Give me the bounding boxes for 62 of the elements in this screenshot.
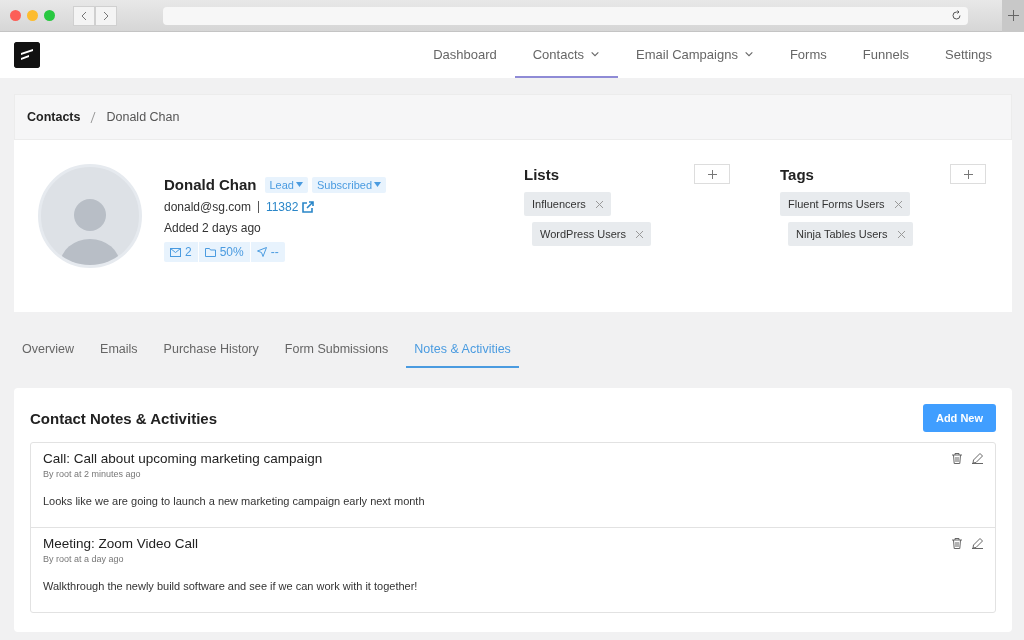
new-tab-button[interactable] [1002, 0, 1024, 32]
status-dropdown[interactable]: Lead [264, 176, 308, 193]
note-body: Walkthrough the newly build software and see if we can work with it together! [43, 580, 419, 592]
nav-item[interactable]: Dashboard [415, 32, 515, 78]
nav-item[interactable]: Funnels [844, 32, 927, 78]
plus-icon [963, 169, 973, 179]
plus-icon [707, 169, 717, 179]
external-link-icon[interactable] [302, 201, 315, 213]
send-icon [256, 247, 267, 257]
note-meta: By root at a day ago [43, 554, 125, 564]
breadcrumb-separator-icon [90, 111, 97, 123]
close-icon[interactable] [636, 230, 643, 238]
note-meta: By root at 2 minutes ago [43, 469, 142, 479]
pencil-icon[interactable] [972, 453, 983, 464]
tag-chip: Fluent Forms Users [780, 192, 910, 216]
chevron-down-icon [590, 49, 601, 59]
add-button[interactable] [694, 164, 730, 184]
tab[interactable]: Purchase History [155, 332, 267, 368]
status-dropdown[interactable]: Subscribed [312, 176, 387, 193]
list-chip: WordPress Users [532, 222, 651, 246]
nav-item[interactable]: Forms [771, 32, 845, 78]
close-icon[interactable] [595, 200, 603, 208]
caret-icon [374, 182, 382, 187]
list-chip: Influencers [524, 192, 611, 216]
caret-icon [296, 182, 303, 187]
trash-icon[interactable] [952, 538, 962, 549]
card-title: Contact Notes & Activities [30, 409, 217, 427]
folder-icon [204, 247, 216, 257]
note-title: Call: Call about upcoming marketing campaign [43, 451, 323, 466]
stat-item: -- [250, 242, 285, 262]
contact-email: donald@sg.com [164, 200, 251, 214]
user-id-link[interactable]: 11382 [265, 200, 299, 214]
nav-item[interactable]: Email Campaigns [618, 32, 772, 78]
nav-item[interactable]: Settings [927, 32, 1010, 78]
breadcrumb-current: Donald Chan [106, 110, 180, 124]
stat-item: 2 [164, 242, 199, 262]
note-title: Meeting: Zoom Video Call [43, 536, 199, 551]
section-title: Tags [780, 165, 814, 183]
close-icon[interactable] [894, 200, 902, 208]
tag-chip: Ninja Tables Users [788, 222, 913, 246]
add-button[interactable] [950, 164, 986, 184]
plus-icon [1007, 10, 1019, 21]
chevron-left-icon [80, 10, 88, 21]
logo-icon[interactable] [14, 42, 40, 68]
note-body: Looks like we are going to launch a new marketing campaign early next month [43, 495, 426, 507]
stat-item: 50% [198, 242, 251, 262]
close-icon[interactable] [10, 10, 21, 21]
tab[interactable]: Form Submissions [276, 332, 397, 368]
chevron-down-icon [743, 49, 754, 59]
reload-icon[interactable] [951, 10, 962, 21]
section-title: Lists [524, 165, 559, 183]
tab[interactable]: Overview [14, 332, 83, 368]
chevron-right-icon [102, 10, 110, 21]
envelope-icon [170, 247, 181, 257]
contact-name: Donald Chan [164, 176, 257, 193]
add-new-button[interactable]: Add New [922, 404, 996, 432]
added-date: Added 2 days ago [164, 221, 262, 235]
tab[interactable]: Emails [92, 332, 146, 368]
pencil-icon[interactable] [972, 538, 983, 549]
close-icon[interactable] [897, 230, 905, 238]
breadcrumb-link[interactable]: Contacts [27, 110, 81, 124]
trash-icon[interactable] [952, 453, 962, 464]
